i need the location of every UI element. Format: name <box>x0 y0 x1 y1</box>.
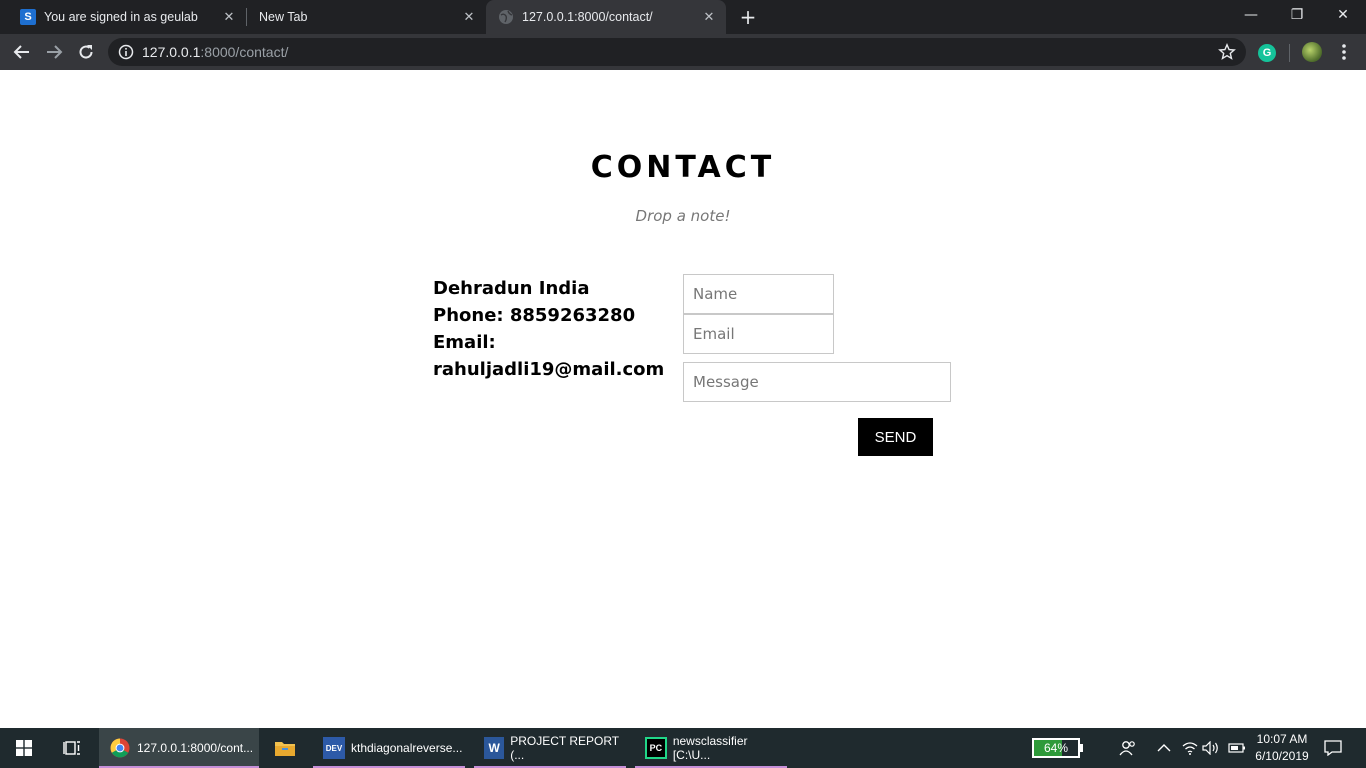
tab-signed-in[interactable]: S You are signed in as geulab ✕ <box>8 0 246 34</box>
tab-strip: S You are signed in as geulab ✕ New Tab … <box>0 0 1366 34</box>
tab-contact[interactable]: 127.0.0.1:8000/contact/ ✕ <box>486 0 726 34</box>
address-bar[interactable]: 127.0.0.1:8000/contact/ <box>108 38 1246 66</box>
minimize-button[interactable]: — <box>1228 0 1274 34</box>
page-content: CONTACT Drop a note! Dehradun India Phon… <box>0 70 1366 728</box>
reload-button[interactable] <box>72 38 100 66</box>
reload-icon <box>79 45 93 59</box>
file-explorer-icon <box>274 737 296 759</box>
close-window-button[interactable]: ✕ <box>1320 0 1366 34</box>
send-button[interactable]: SEND <box>858 418 933 456</box>
wifi-icon[interactable] <box>1180 738 1200 758</box>
toolbar-divider <box>1289 44 1290 62</box>
grammarly-icon[interactable]: G <box>1258 44 1276 62</box>
task-view-icon <box>63 741 80 755</box>
clock-time: 10:07 AM <box>1256 732 1308 746</box>
profile-avatar[interactable] <box>1302 42 1322 62</box>
task-view-button[interactable] <box>48 728 96 768</box>
globe-icon <box>499 10 513 24</box>
taskbar: 127.0.0.1:8000/cont... DEV kthdiagonalre… <box>0 728 1366 768</box>
windows-icon <box>16 740 32 756</box>
close-tab-icon[interactable]: ✕ <box>702 10 716 24</box>
url-path: :8000/contact/ <box>200 44 289 60</box>
email-label: Email: <box>433 332 496 353</box>
tab-title: You are signed in as geulab <box>44 10 198 24</box>
forward-arrow-icon <box>47 45 63 59</box>
address-line: Dehradun India <box>433 278 590 299</box>
taskbar-app-word[interactable]: W PROJECT REPORT (... <box>474 728 626 768</box>
volume-icon[interactable] <box>1201 738 1221 758</box>
contact-info: Dehradun India Phone: 8859263280 Email: … <box>433 275 664 383</box>
close-tab-icon[interactable]: ✕ <box>222 10 236 24</box>
page-title: CONTACT <box>590 150 776 185</box>
taskbar-app-label: 127.0.0.1:8000/cont... <box>137 741 254 755</box>
taskbar-app-label: kthdiagonalreverse... <box>351 741 463 755</box>
tab-title: 127.0.0.1:8000/contact/ <box>522 10 653 24</box>
taskbar-app-label: PROJECT REPORT (... <box>510 734 619 762</box>
bookmark-star-icon[interactable] <box>1218 43 1236 61</box>
taskbar-app-devcpp[interactable]: DEV kthdiagonalreverse... <box>313 728 465 768</box>
email-field[interactable] <box>683 314 834 354</box>
battery-indicator[interactable]: 64% <box>1032 738 1080 758</box>
name-field[interactable] <box>683 274 834 314</box>
notification-icon[interactable] <box>1323 738 1343 758</box>
tab-title: New Tab <box>259 10 308 24</box>
taskbar-app-label: newsclassifier [C:\U... <box>672 734 748 762</box>
maximize-button[interactable]: ❐ <box>1274 0 1320 34</box>
new-tab-button[interactable]: + <box>738 6 758 28</box>
url-host: 127.0.0.1 <box>142 44 201 60</box>
message-field[interactable] <box>683 362 951 402</box>
phone-line: Phone: 8859263280 <box>433 305 636 326</box>
close-tab-icon[interactable]: ✕ <box>462 10 476 24</box>
back-button[interactable] <box>8 38 36 66</box>
devcpp-icon: DEV <box>323 737 345 759</box>
start-button[interactable] <box>0 728 48 768</box>
menu-dots-icon[interactable] <box>1336 42 1352 62</box>
url-text: 127.0.0.1:8000/contact/ <box>142 44 288 60</box>
battery-nub <box>1080 744 1083 752</box>
chevron-up-icon[interactable] <box>1154 738 1174 758</box>
email-value: rahuljadli19@mail.com <box>433 359 665 380</box>
battery-percent: 64% <box>1043 741 1069 755</box>
pycharm-icon: PC <box>645 737 667 759</box>
taskbar-app-file-explorer[interactable] <box>262 728 308 768</box>
chrome-icon <box>109 737 131 759</box>
taskbar-app-chrome[interactable]: 127.0.0.1:8000/cont... <box>99 728 259 768</box>
tab-new-tab[interactable]: New Tab ✕ <box>246 8 486 26</box>
clock-date: 6/10/2019 <box>1255 749 1309 763</box>
s-icon: S <box>20 9 36 25</box>
forward-button[interactable] <box>40 38 68 66</box>
people-icon[interactable] <box>1118 738 1138 758</box>
browser-toolbar: 127.0.0.1:8000/contact/ G <box>0 34 1366 70</box>
back-arrow-icon <box>13 45 29 59</box>
info-icon[interactable] <box>118 44 134 60</box>
system-clock[interactable]: 10:07 AM 6/10/2019 <box>1250 731 1314 765</box>
page-subtitle: Drop a note! <box>635 207 731 225</box>
word-icon: W <box>484 737 505 759</box>
taskbar-app-pycharm[interactable]: PC newsclassifier [C:\U... <box>635 728 787 768</box>
power-icon[interactable] <box>1227 738 1247 758</box>
